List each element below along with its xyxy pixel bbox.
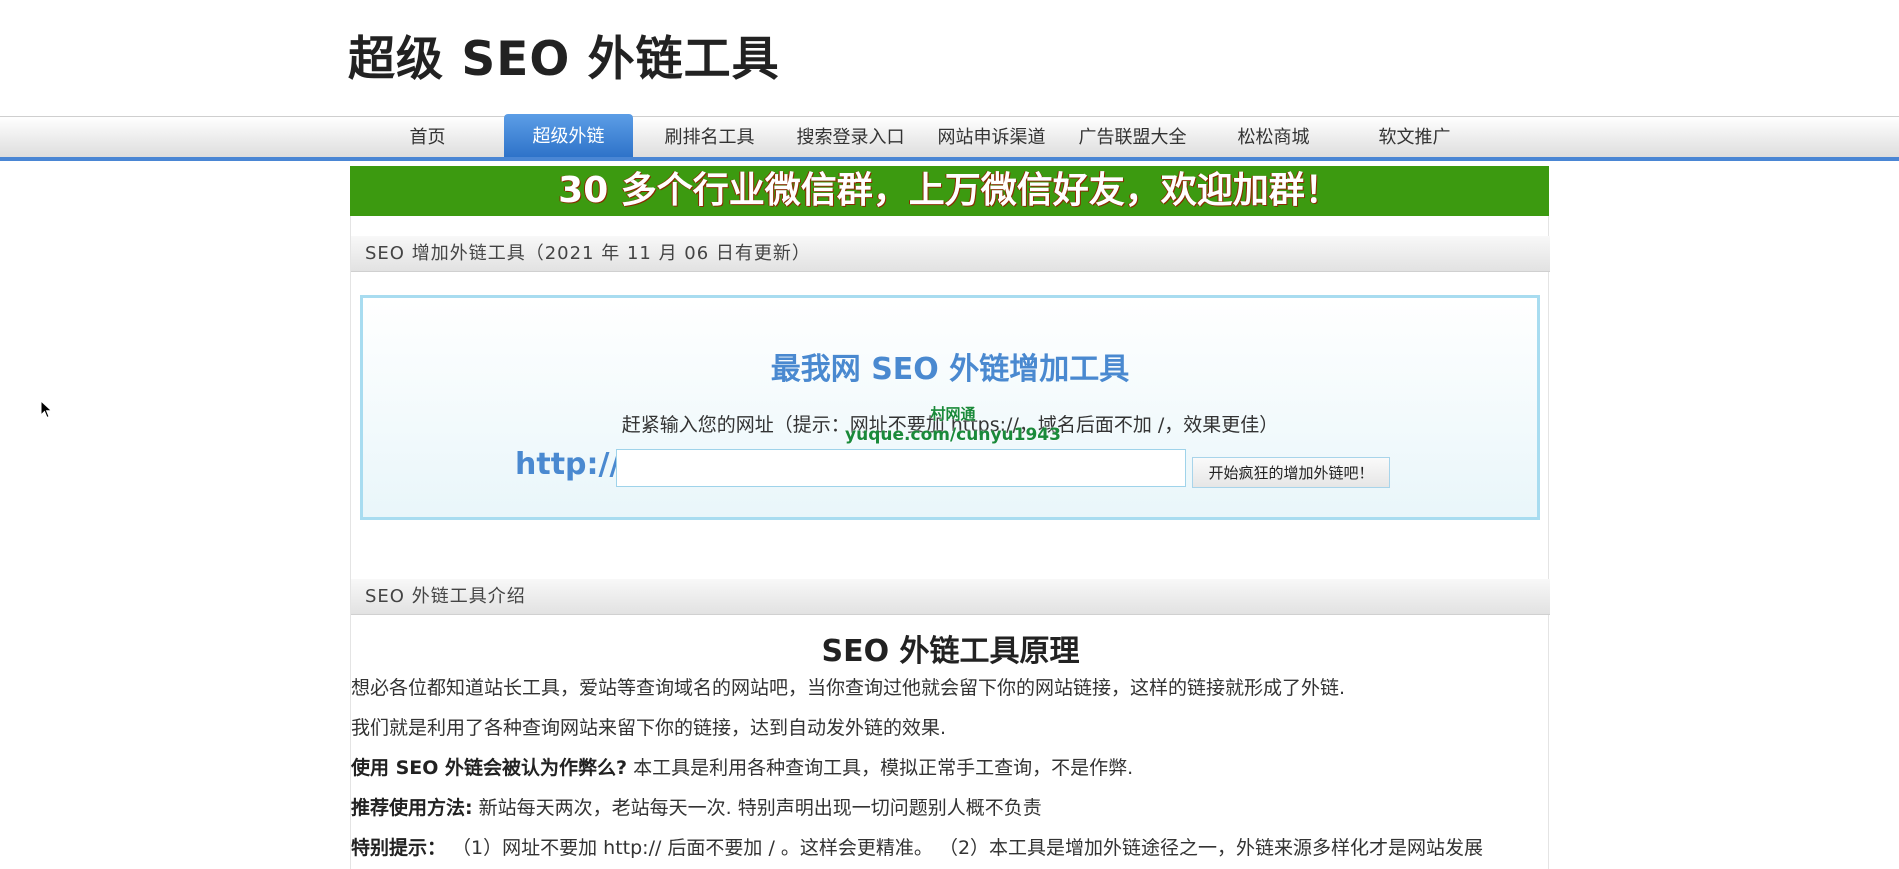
nav-item-0[interactable]: 首页 — [357, 117, 498, 157]
tool-title: 最我网 SEO 外链增加工具 — [770, 352, 1130, 387]
intro-paragraph-1: 想必各位都知道站长工具，爱站等查询域名的网站吧，当你查询过他就会留下你的网站链接… — [351, 677, 1346, 699]
nav-item-2[interactable]: 刷排名工具 — [639, 117, 780, 157]
start-add-links-button[interactable]: 开始疯狂的增加外链吧！ — [1192, 457, 1390, 488]
intro-paragraph-5: 特别提示： （1）网址不要加 http:// 后面不要加 / 。这样会更精准。 … — [351, 833, 1550, 860]
special-tip-text: （1）网址不要加 http:// 后面不要加 / 。这样会更精准。 （2）本工具… — [446, 837, 1484, 859]
nav-list: 首页 超级外链 刷排名工具 搜索登录入口 网站申诉渠道 广告联盟大全 松松商城 软文推广 — [357, 114, 1485, 157]
cheating-answer-text: 本工具是利用各种查询工具，模拟正常手工查询，不是作弊. — [627, 757, 1134, 779]
nav-item-7[interactable]: 软文推广 — [1344, 117, 1485, 157]
cheating-question-label: 使用 SEO 外链会被认为作弊么? — [351, 757, 628, 779]
link-tool-box: 最我网 SEO 外链增加工具 赶紧输入您的网址（提示：网址不要加 https:/… — [360, 295, 1540, 520]
nav-item-4[interactable]: 网站申诉渠道 — [921, 117, 1062, 157]
intro-paragraph-2: 我们就是利用了各种查询网站来留下你的链接，达到自动发外链的效果. — [351, 717, 947, 739]
wechat-group-banner[interactable]: 30 多个行业微信群，上万微信好友，欢迎加群！ — [350, 166, 1549, 216]
watermark-line-1: 村网通 — [930, 405, 976, 423]
main-nav: 首页 超级外链 刷排名工具 搜索登录入口 网站申诉渠道 广告联盟大全 松松商城 软文推广 — [0, 114, 1899, 161]
nav-item-6[interactable]: 松松商城 — [1203, 117, 1344, 157]
intro-section-header: SEO 外链工具介绍 — [351, 579, 1550, 615]
intro-paragraph-3: 使用 SEO 外链会被认为作弊么? 本工具是利用各种查询工具，模拟正常手工查询，… — [351, 753, 1550, 780]
url-input[interactable] — [616, 449, 1186, 487]
watermark-line-2: yuque.com/cunyu1943 — [845, 425, 1061, 445]
special-tip-label: 特别提示： — [351, 837, 447, 859]
site-title: 超级 SEO 外链工具 — [348, 32, 780, 87]
mouse-cursor-icon — [40, 400, 53, 419]
main-content: SEO 增加外链工具（2021 年 11 月 06 日有更新） 最我网 SEO … — [350, 216, 1550, 869]
watermark-overlay: 村网通 yuque.com/cunyu1943 — [828, 404, 1078, 446]
nav-item-1[interactable]: 超级外链 — [504, 114, 633, 157]
intro-title: SEO 外链工具原理 — [821, 634, 1080, 669]
usage-label: 推荐使用方法: — [351, 797, 473, 819]
usage-text: 新站每天两次，老站每天一次. 特别声明出现一切问题别人概不负责 — [472, 797, 1042, 819]
nav-item-3[interactable]: 搜索登录入口 — [780, 117, 921, 157]
nav-item-5[interactable]: 广告联盟大全 — [1062, 117, 1203, 157]
tool-section-header: SEO 增加外链工具（2021 年 11 月 06 日有更新） — [351, 236, 1550, 272]
http-prefix-label: http:// — [515, 447, 621, 482]
intro-paragraph-4: 推荐使用方法: 新站每天两次，老站每天一次. 特别声明出现一切问题别人概不负责 — [351, 793, 1550, 820]
